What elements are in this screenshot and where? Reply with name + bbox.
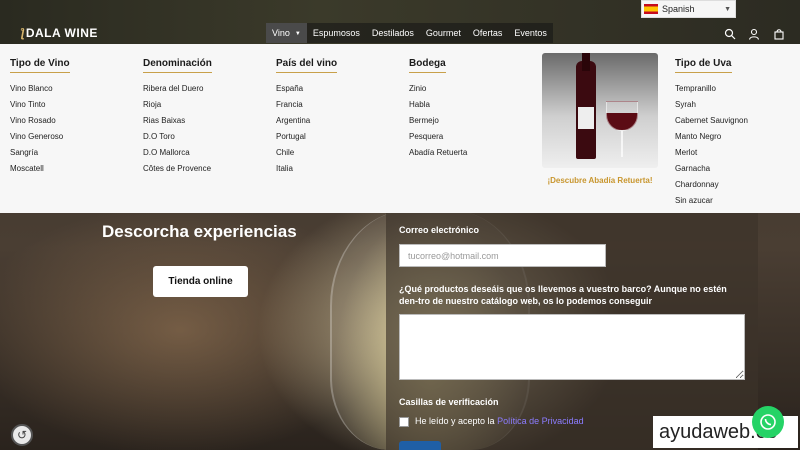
nav-item-eventos[interactable]: Eventos [508, 23, 553, 43]
mega-menu-item[interactable]: D.O Mallorca [143, 145, 212, 161]
wine-glass-icon [606, 101, 638, 131]
mega-menu-item[interactable]: España [276, 81, 337, 97]
mega-menu-item[interactable]: Vino Tinto [10, 97, 70, 113]
mega-menu-column: Denominación Ribera del Duero Rioja Rias Ba… [143, 53, 212, 177]
mega-menu-item[interactable]: Portugal [276, 129, 337, 145]
mega-menu-column-title[interactable]: Tipo de Uva [675, 58, 732, 73]
privacy-consent-text: He leído y acepto la Política de Privaci… [415, 416, 584, 426]
language-label: Spanish [662, 4, 695, 14]
mega-menu-item[interactable]: Garnacha [675, 161, 748, 177]
checkbox-group-label: Casillas de verificación [399, 397, 499, 407]
products-textarea[interactable] [399, 314, 745, 380]
mega-menu-column-title[interactable]: Bodega [409, 58, 446, 73]
whatsapp-icon[interactable] [752, 406, 784, 438]
mega-menu-item[interactable]: Italia [276, 161, 337, 177]
cart-icon[interactable] [773, 27, 785, 40]
mega-menu-column: Tipo de Uva Tempranillo Syrah Cabernet Sauv… [675, 53, 748, 209]
mega-menu-item[interactable]: Chile [276, 145, 337, 161]
nav-item-ofertas[interactable]: Ofertas [467, 23, 509, 43]
wine-bottle-image [576, 53, 596, 159]
mega-menu-item[interactable]: Habla [409, 97, 467, 113]
mega-menu-item[interactable]: Ribera del Duero [143, 81, 212, 97]
mega-menu-column: País del vino España Francia Argentina Portu… [276, 53, 338, 177]
user-icon[interactable] [748, 27, 760, 40]
chevron-down-icon: ▼ [724, 5, 731, 13]
cookie-settings-icon[interactable]: ↺ [11, 424, 33, 446]
mega-menu-item[interactable]: Côtes de Provence [143, 161, 212, 177]
mega-menu-column-title[interactable]: Denominación [143, 58, 212, 73]
mega-menu-item[interactable]: Vino Rosado [10, 113, 70, 129]
brand-name: DALA WINE [25, 26, 98, 40]
mega-menu-item[interactable]: Argentina [276, 113, 337, 129]
mega-menu-item[interactable]: D.O Toro [143, 129, 212, 145]
logo-mark-icon: ƪ [20, 26, 25, 40]
mega-menu-item[interactable]: Rias Baixas [143, 113, 212, 129]
email-field[interactable] [399, 244, 606, 267]
nav-item-destilados[interactable]: Destilados [366, 23, 420, 43]
search-icon[interactable] [724, 27, 736, 40]
submit-button[interactable] [399, 441, 441, 450]
mega-menu-item[interactable]: Abadía Retuerta [409, 145, 467, 161]
email-label: Correo electrónico [399, 225, 480, 235]
nav-item-gourmet[interactable]: Gourmet [420, 23, 467, 43]
mega-menu-item[interactable]: Francia [276, 97, 337, 113]
privacy-policy-link[interactable]: Política de Privacidad [497, 416, 584, 426]
brand-logo[interactable]: ƪDALA WINE [20, 26, 98, 40]
mega-menu-column-title[interactable]: Tipo de Vino [10, 58, 70, 73]
mega-menu-item[interactable]: Manto Negro [675, 129, 748, 145]
mega-menu-item[interactable]: Chardonnay [675, 177, 748, 193]
mega-menu-item[interactable]: Zinio [409, 81, 467, 97]
mega-menu: ¡Descubre Abadía Retuerta! Tipo de Vino V… [0, 44, 800, 213]
mega-menu-item[interactable]: Syrah [675, 97, 748, 113]
mega-menu-item[interactable]: Tempranillo [675, 81, 748, 97]
mega-menu-item[interactable]: Rioja [143, 97, 212, 113]
promo-link[interactable]: ¡Descubre Abadía Retuerta! [542, 176, 658, 185]
mega-menu-item[interactable]: Sangría [10, 145, 70, 161]
shop-online-button[interactable]: Tienda online [153, 266, 248, 297]
mega-menu-item[interactable]: Vino Blanco [10, 81, 70, 97]
nav-item-vino[interactable]: Vino ▼ [266, 23, 307, 43]
mega-menu-item[interactable]: Pesquera [409, 129, 467, 145]
mega-menu-column-title[interactable]: País del vino [276, 58, 338, 73]
caret-down-icon: ▼ [294, 31, 301, 37]
language-selector[interactable]: Spanish ▼ [641, 0, 736, 18]
mega-menu-item[interactable]: Bermejo [409, 113, 467, 129]
promo-image[interactable] [542, 53, 658, 168]
privacy-checkbox[interactable] [399, 417, 409, 427]
mega-menu-item[interactable]: Moscatell [10, 161, 70, 177]
nav-item-espumosos[interactable]: Espumosos [307, 23, 366, 43]
spain-flag-icon [644, 4, 658, 14]
main-nav: Vino ▼ Espumosos Destilados Gourmet Ofertas Ev… [266, 23, 553, 43]
mega-menu-column: Tipo de Vino Vino Blanco Vino Tinto Vino Ro… [10, 53, 70, 177]
mega-menu-item[interactable]: Merlot [675, 145, 748, 161]
hero-title: Descorcha experiencias [102, 222, 297, 241]
mega-menu-item[interactable]: Vino Generoso [10, 129, 70, 145]
mega-menu-item[interactable]: Sin azucar [675, 193, 748, 209]
mega-menu-column: Bodega Zinio Habla Bermejo Pesquera Abadía Re… [409, 53, 467, 161]
products-question-label: ¿Qué productos deseáis que os llevemos a… [399, 284, 727, 306]
mega-menu-item[interactable]: Cabernet Sauvignon [675, 113, 748, 129]
